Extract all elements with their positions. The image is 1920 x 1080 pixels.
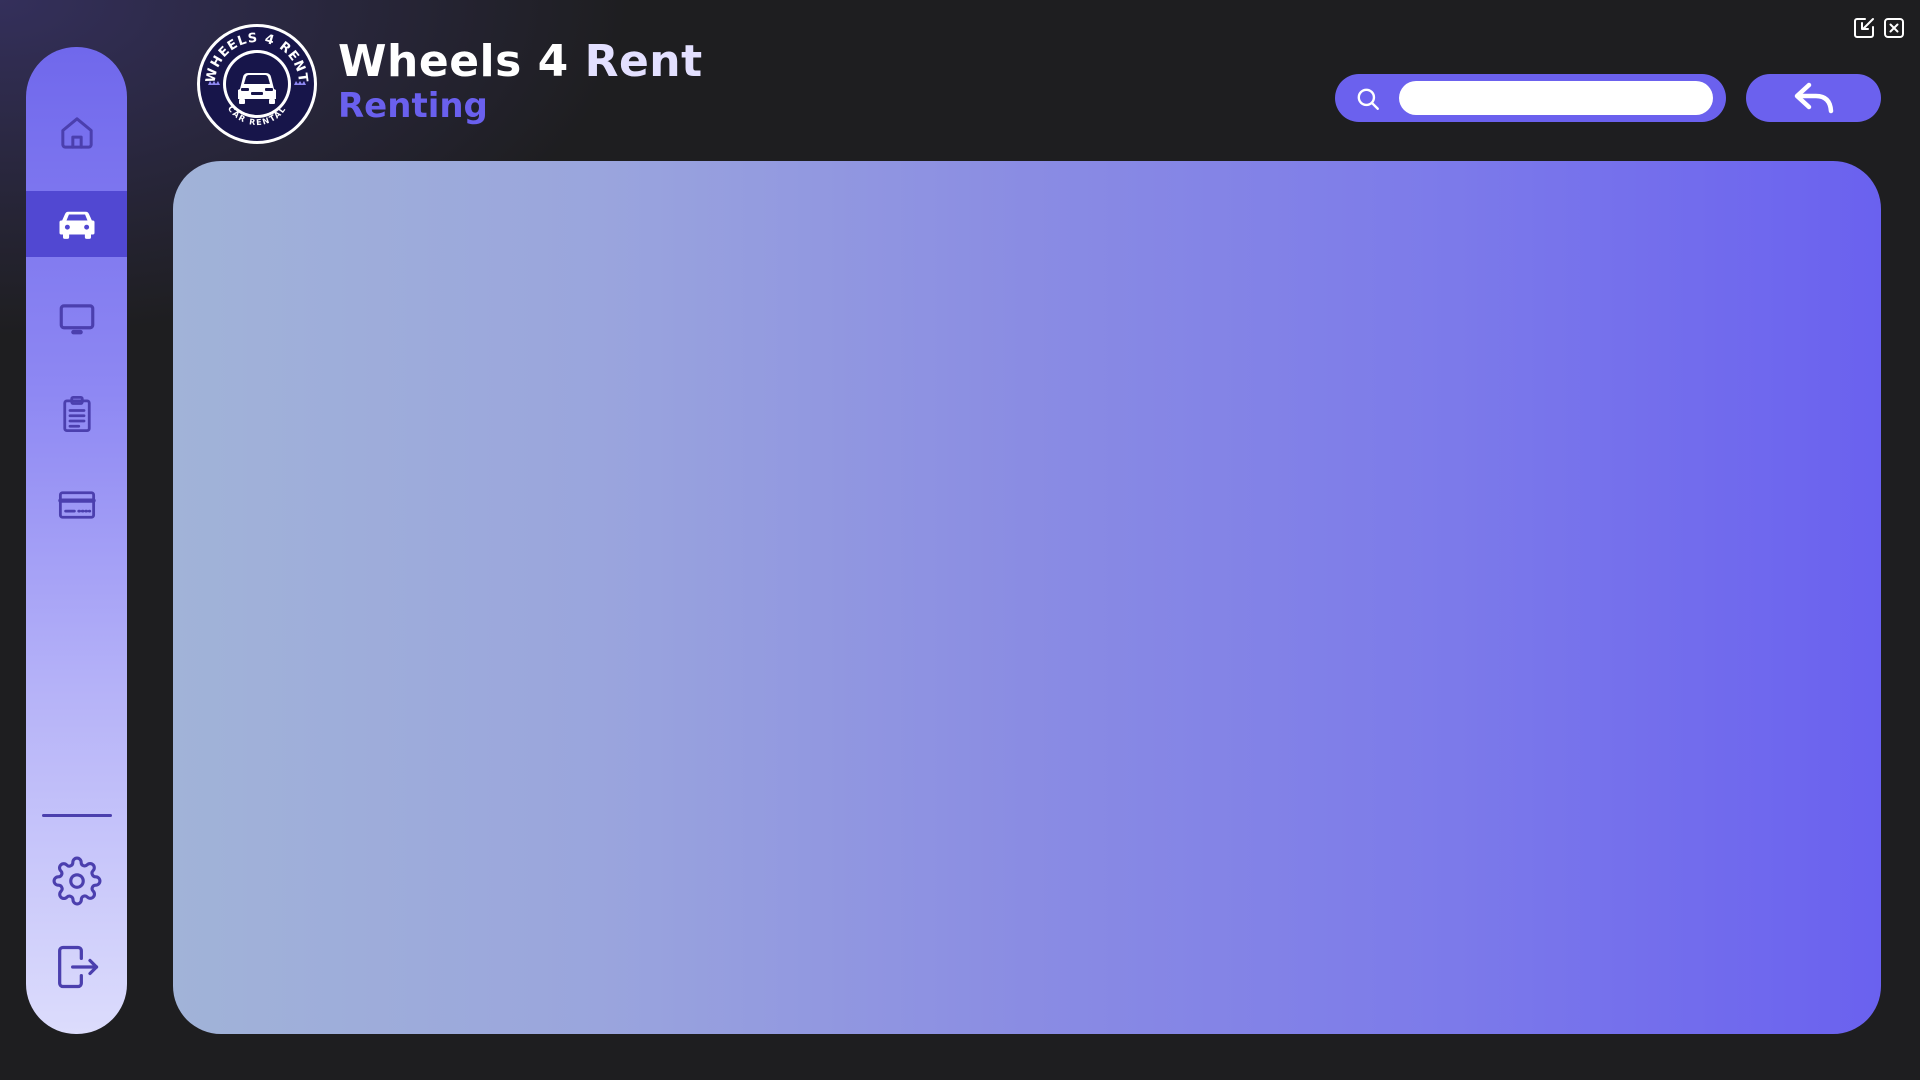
back-button[interactable] [1746,74,1881,122]
gear-icon [52,856,101,906]
main-content-panel [173,161,1881,1034]
credit-card-icon [57,491,96,519]
search-icon [1357,88,1379,110]
home-icon [60,117,93,149]
company-logo: WHEELS 4 RENT CAR RENTAL [197,24,317,144]
search-input[interactable] [1399,81,1713,115]
page-subtitle: Renting [338,86,488,126]
sidebar-divider [42,814,112,817]
sidebar-item-payments[interactable] [26,472,127,538]
window-controls [1852,16,1906,40]
logout-icon [57,945,98,989]
app-title: Wheels 4 Rent [338,34,703,90]
close-button[interactable] [1882,16,1906,40]
sidebar-item-monitor[interactable] [26,286,127,352]
sidebar-item-home[interactable] [26,100,127,166]
sidebar-item-settings[interactable] [26,848,127,914]
sidebar [26,47,127,1034]
search-bar [1335,74,1726,122]
reply-arrow-icon [1794,82,1833,114]
app-title-accent: Rent [584,36,703,87]
sidebar-item-logout[interactable] [26,934,127,1000]
car-icon [59,211,94,239]
minimize-icon [1854,18,1874,38]
close-icon [1884,18,1904,38]
app-title-main: Wheels 4 [338,36,569,87]
minimize-button[interactable] [1852,16,1876,40]
app-window: WHEELS 4 RENT CAR RENTAL Wheels 4 Rent R… [0,0,1920,1080]
sidebar-item-renting[interactable] [26,191,127,257]
sidebar-item-reports[interactable] [26,381,127,447]
clipboard-icon [62,395,91,433]
monitor-icon [59,304,94,335]
